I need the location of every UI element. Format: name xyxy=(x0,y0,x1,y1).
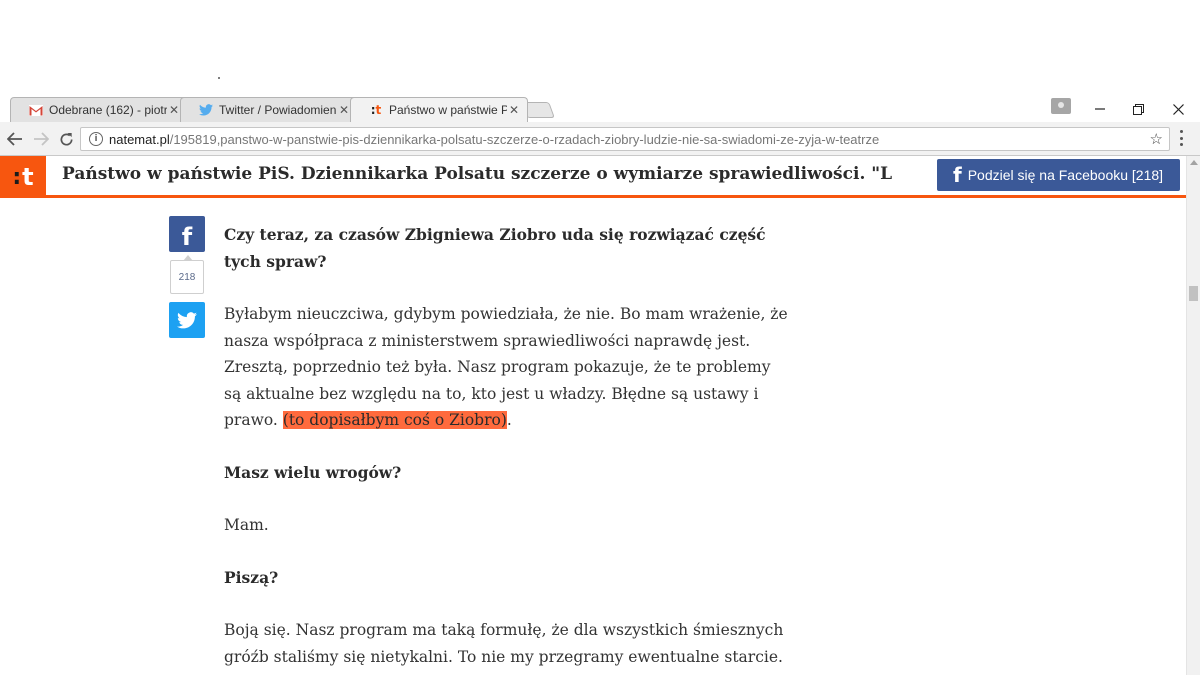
back-button[interactable] xyxy=(4,128,26,150)
url-host: natemat.pl xyxy=(109,131,170,147)
interview-answer: Boją się. Nasz program ma taką formułę, … xyxy=(224,621,784,666)
twitter-share-icon[interactable] xyxy=(169,302,205,338)
stray-dot xyxy=(218,77,220,79)
facebook-icon: f xyxy=(953,163,962,187)
interview-question: Czy teraz, za czasów Zbigniewa Ziobro ud… xyxy=(224,225,766,271)
header-title: Państwo w państwie PiS. Dziennikarka Pol… xyxy=(62,164,892,184)
natemat-logo[interactable]: :t xyxy=(0,156,46,198)
profile-icon[interactable] xyxy=(1051,98,1071,114)
interview-answer: Mam. xyxy=(224,516,269,534)
natemat-icon: :t xyxy=(370,103,382,117)
page-scrollbar[interactable] xyxy=(1186,156,1200,675)
article-body: Czy teraz, za czasów Zbigniewa Ziobro ud… xyxy=(224,222,790,675)
twitter-icon xyxy=(199,103,213,117)
tab-close-icon[interactable]: ✕ xyxy=(167,103,181,117)
minimize-icon[interactable] xyxy=(1090,98,1110,120)
forward-button[interactable] xyxy=(30,128,52,150)
reload-icon xyxy=(60,132,73,145)
highlighted-note: (to dopisałbym coś o Ziobro) xyxy=(282,411,507,429)
tab-strip: Odebrane (162) - piotr.g ✕ Twitter / Pow… xyxy=(0,97,1200,122)
facebook-share-button[interactable]: f Podziel się na Facebooku [218] xyxy=(937,159,1180,191)
scroll-up-arrow-icon[interactable] xyxy=(1190,160,1198,165)
tab-close-icon[interactable]: ✕ xyxy=(337,103,351,117)
url-path: /195819,panstwo-w-panstwie-pis-dziennika… xyxy=(169,131,880,147)
site-header: :t Państwo w państwie PiS. Dziennikarka … xyxy=(0,156,1186,198)
restore-icon[interactable] xyxy=(1128,98,1148,120)
browser-toolbar: i natemat.pl/195819,panstwo-w-panstwie-p… xyxy=(0,122,1200,156)
interview-answer: Byłabym nieuczciwa, gdybym powiedziała, … xyxy=(224,305,788,429)
tab-close-icon[interactable]: ✕ xyxy=(507,103,521,117)
info-icon[interactable]: i xyxy=(89,132,103,146)
address-bar[interactable]: i natemat.pl/195819,panstwo-w-panstwie-p… xyxy=(80,127,1170,151)
bookmark-star-icon[interactable]: ☆ xyxy=(1150,130,1163,148)
tab-title: Twitter / Powiadomienia xyxy=(219,103,337,117)
reload-button[interactable] xyxy=(55,128,77,150)
facebook-share-label: Podziel się na Facebooku [218] xyxy=(967,167,1164,183)
back-arrow-icon xyxy=(7,132,22,146)
close-window-icon[interactable] xyxy=(1168,98,1188,120)
facebook-share-icon[interactable]: f xyxy=(169,216,205,252)
tab-title: Państwo w państwie PiS. xyxy=(389,103,507,117)
gmail-icon xyxy=(29,103,43,117)
share-count: 218 xyxy=(170,255,204,294)
blank-area xyxy=(0,0,1200,97)
interview-question: Masz wielu wrogów? xyxy=(224,462,402,482)
tab-gmail[interactable]: Odebrane (162) - piotr.g ✕ xyxy=(10,97,188,122)
interview-question: Piszą? xyxy=(224,567,279,587)
tab-twitter[interactable]: Twitter / Powiadomienia ✕ xyxy=(180,97,358,122)
tab-natemat-active[interactable]: :t Państwo w państwie PiS. ✕ xyxy=(350,97,528,122)
tab-title: Odebrane (162) - piotr.g xyxy=(49,103,167,117)
forward-arrow-icon xyxy=(34,132,49,146)
browser-menu-icon[interactable] xyxy=(1180,130,1184,146)
scroll-thumb[interactable] xyxy=(1189,286,1198,301)
